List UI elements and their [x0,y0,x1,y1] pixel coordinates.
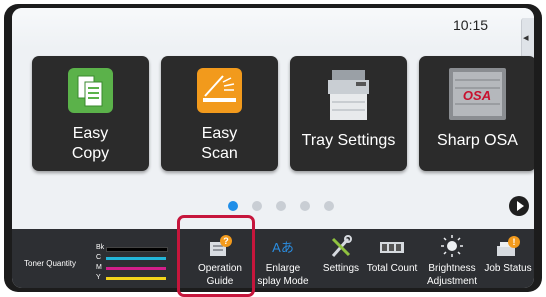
touch-screen: 10:15 ◂ Easy Copy Easy Scan Tray Setting… [12,8,534,288]
page-dot[interactable] [252,201,262,211]
toner-quantity-label: Toner Quantity [24,259,77,268]
osa-icon: OSA [449,68,506,120]
enlarge-display-button[interactable]: Aあ Enlarge splay Mode [252,229,314,288]
brightness-adjustment-label: Brightness Adjustment [426,263,478,287]
job-status-button[interactable]: ! Job Status [482,229,534,288]
printer-icon [320,66,377,124]
brightness-icon [441,235,463,257]
copy-icon [68,68,113,113]
toner-bar-c: C [96,254,166,261]
system-bar: Toner Quantity Bk C M Y ? Operation Guid… [12,229,534,288]
easy-scan-tile[interactable]: Easy Scan [161,56,278,171]
toner-bar-m: M [96,264,166,271]
settings-label: Settings [322,263,360,274]
easy-copy-tile[interactable]: Easy Copy [32,56,149,171]
clock: 10:15 [453,17,489,33]
settings-button[interactable]: Settings [314,229,368,288]
job-status-icon: ! [497,236,520,256]
svg-text:OSA: OSA [463,88,491,103]
sharp-osa-tile[interactable]: OSA Sharp OSA [419,56,534,171]
page-dot[interactable] [324,201,334,211]
total-count-icon [380,242,404,253]
device-frame: 10:15 ◂ Easy Copy Easy Scan Tray Setting… [4,4,542,292]
page-dot[interactable] [228,201,238,211]
easy-scan-label: Easy Scan [201,125,238,162]
svg-text:!: ! [513,237,516,247]
next-page-button[interactable] [509,196,529,216]
sharp-osa-label: Sharp OSA [437,132,518,149]
svg-text:Aあ: Aあ [272,240,294,255]
tray-settings-tile[interactable]: Tray Settings [290,56,407,171]
total-count-label: Total Count [366,263,418,274]
side-panel-tab[interactable]: ◂ [521,18,534,58]
toner-bar-y: Y [96,274,166,281]
toner-bar-bk: Bk [96,244,168,252]
total-count-button[interactable]: Total Count [364,229,420,288]
operation-guide-highlight [177,215,255,297]
brightness-adjustment-button[interactable]: Brightness Adjustment [422,229,482,288]
job-status-label: Job Status [484,263,532,274]
status-bar: 10:15 ◂ [12,8,534,58]
page-dot[interactable] [300,201,310,211]
page-dot[interactable] [276,201,286,211]
chevron-left-icon: ◂ [523,32,529,44]
scan-icon [197,68,242,113]
settings-icon [331,235,352,257]
tray-settings-label: Tray Settings [301,132,396,149]
enlarge-display-label: Enlarge splay Mode [257,263,309,287]
enlarge-display-icon: Aあ [272,240,294,255]
easy-copy-label: Easy Copy [71,125,110,162]
